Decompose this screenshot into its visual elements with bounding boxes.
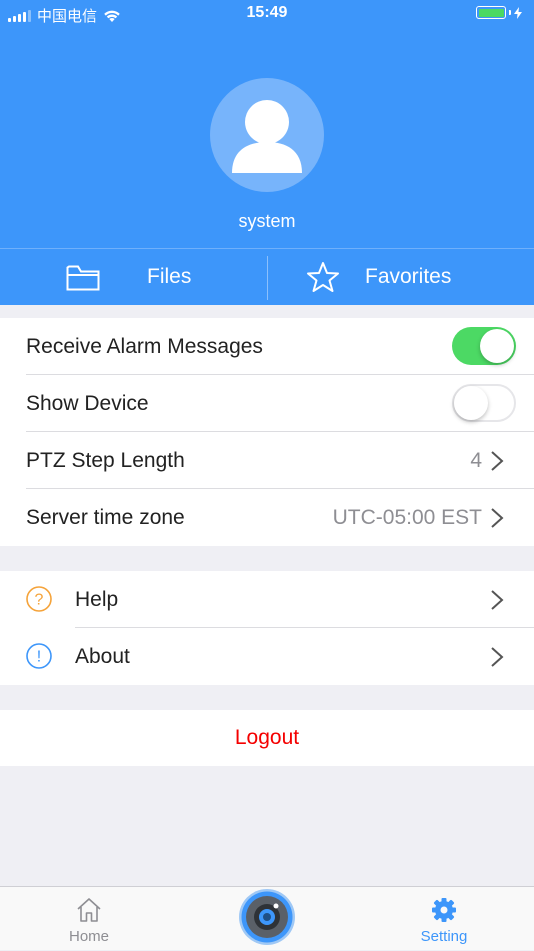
ptz-step-value: 4 (470, 448, 482, 472)
files-button[interactable]: Files (0, 249, 267, 305)
info-group: ? Help ! About (0, 571, 534, 685)
folder-icon (66, 265, 100, 291)
help-row[interactable]: ? Help (0, 571, 534, 628)
home-icon (77, 898, 101, 922)
tab-setting-label: Setting (420, 928, 468, 945)
camera-button[interactable] (238, 888, 296, 946)
svg-text:!: ! (37, 649, 41, 666)
about-row[interactable]: ! About (0, 628, 534, 685)
gear-icon (432, 898, 456, 922)
ptz-step-row[interactable]: PTZ Step Length 4 (0, 432, 534, 489)
chevron-right-icon (491, 508, 504, 528)
logout-button[interactable]: Logout (0, 710, 534, 766)
charging-icon (514, 6, 522, 19)
tab-home-label: Home (68, 928, 109, 945)
chevron-right-icon (491, 590, 504, 610)
tab-setting[interactable]: Setting (384, 887, 504, 951)
receive-alarm-toggle[interactable] (452, 327, 516, 365)
user-avatar-icon (232, 100, 302, 173)
files-label: Files (147, 265, 192, 288)
help-label: Help (75, 587, 119, 611)
info-circle-icon: ! (26, 643, 52, 669)
time-zone-row[interactable]: Server time zone UTC-05:00 EST (0, 489, 534, 546)
status-bar: 中国电信 15:49 (0, 0, 534, 28)
favorites-button[interactable]: Favorites (268, 249, 534, 305)
username: system (238, 211, 296, 231)
settings-group: Receive Alarm Messages Show Device PTZ S… (0, 318, 534, 546)
star-icon (307, 262, 339, 292)
about-label: About (75, 644, 130, 668)
time-zone-label: Server time zone (26, 505, 185, 529)
show-device-toggle[interactable] (452, 384, 516, 422)
question-circle-icon: ? (26, 586, 52, 612)
tab-home[interactable]: Home (29, 887, 149, 951)
svg-text:?: ? (35, 592, 44, 609)
favorites-label: Favorites (365, 265, 452, 288)
chevron-right-icon (491, 647, 504, 667)
show-device-label: Show Device (26, 391, 149, 415)
chevron-right-icon (491, 451, 504, 471)
profile-header: 中国电信 15:49 system Files Favorites (0, 0, 534, 305)
show-device-row: Show Device (0, 375, 534, 432)
receive-alarm-label: Receive Alarm Messages (26, 334, 263, 358)
status-time: 15:49 (246, 4, 288, 21)
receive-alarm-row: Receive Alarm Messages (0, 318, 534, 375)
avatar[interactable] (210, 78, 324, 192)
battery-icon (476, 6, 522, 19)
time-zone-value: UTC-05:00 EST (332, 505, 482, 529)
ptz-step-label: PTZ Step Length (26, 448, 185, 472)
